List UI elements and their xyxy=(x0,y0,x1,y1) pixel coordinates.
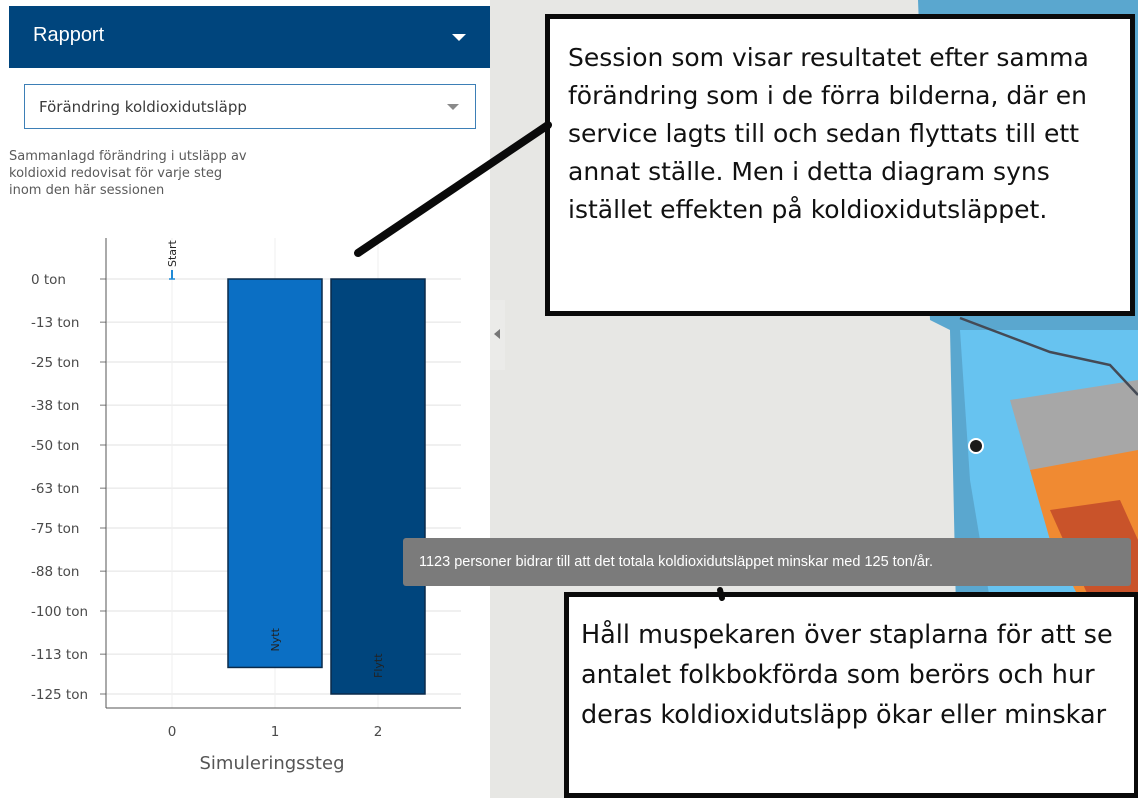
x-tick-label: 0 xyxy=(168,724,177,740)
x-tick-label: 1 xyxy=(271,724,280,740)
y-tick-label: -100 ton xyxy=(31,604,88,620)
y-tick-label: -75 ton xyxy=(31,521,79,537)
emissions-chart: 0 ton -13 ton -25 ton -38 ton -50 ton -63 ton… xyxy=(31,238,461,774)
location-dot-icon[interactable] xyxy=(968,438,984,454)
y-tick-label: 0 ton xyxy=(31,272,66,288)
y-tick-label: -63 ton xyxy=(31,481,79,497)
bar xyxy=(330,278,426,695)
y-tick-label: -113 ton xyxy=(31,647,88,663)
panel-collapse-handle[interactable] xyxy=(490,300,505,370)
x-axis-title: Simuleringssteg xyxy=(200,753,345,774)
bar-label: Start xyxy=(166,239,179,267)
y-tick-label: -50 ton xyxy=(31,438,79,454)
bar-label: Nytt xyxy=(269,627,282,651)
chevron-left-icon xyxy=(494,329,500,339)
annotation-callout-bottom: Håll muspekaren över staplarna för att s… xyxy=(564,592,1138,798)
report-panel: Rapport Förändring koldioxidutsläpp Samm… xyxy=(9,6,490,798)
y-tick-label: -88 ton xyxy=(31,564,79,580)
bar xyxy=(227,278,323,669)
annotation-callout-top: Session som visar resultatet efter samma… xyxy=(545,14,1135,316)
bar-label: Flytt xyxy=(372,653,385,678)
y-tick-label: -13 ton xyxy=(31,315,79,331)
y-tick-label: -125 ton xyxy=(31,687,88,703)
x-tick-label: 2 xyxy=(374,724,383,740)
bar-tooltip: 1123 personer bidrar till att det totala… xyxy=(403,538,1131,586)
y-tick-label: -25 ton xyxy=(31,355,79,371)
y-tick-label: -38 ton xyxy=(31,398,79,414)
